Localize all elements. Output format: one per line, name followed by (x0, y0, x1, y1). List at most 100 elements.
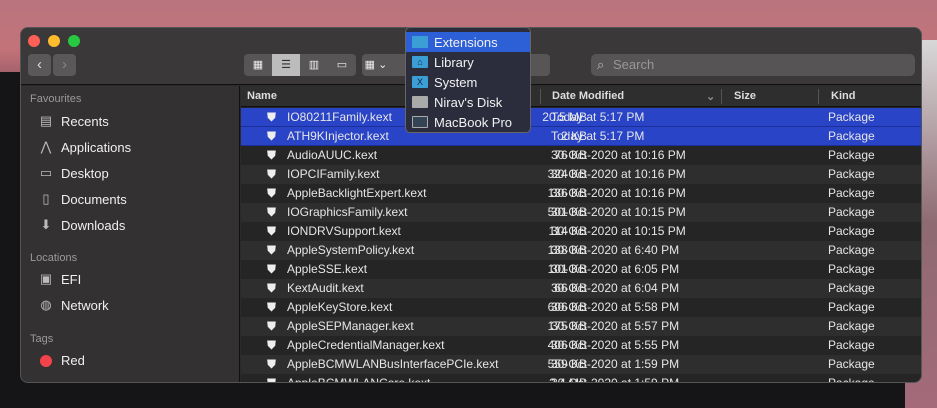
downloads-icon: ⬇ (40, 217, 52, 232)
file-size: 101 KB (547, 262, 587, 276)
search-input[interactable]: ⌕ Search (591, 54, 915, 76)
favourites-heading: Favourites (30, 93, 82, 105)
file-name: AppleSystemPolicy.kext (287, 243, 415, 257)
table-row[interactable]: ⛊ AudioAUUC.kext 30-Oct-2020 at 10:16 PM… (241, 146, 921, 165)
red-tag-icon (40, 354, 52, 367)
table-row[interactable]: ⛊ AppleSystemPolicy.kext 30-Oct-2020 at … (241, 241, 921, 260)
kext-icon: ⛊ (267, 262, 277, 276)
column-name[interactable]: Name (247, 90, 277, 102)
network-icon: ◍ (40, 297, 52, 312)
back-button[interactable]: ‹ (28, 54, 51, 76)
file-size: 136 KB (547, 186, 587, 200)
kext-icon: ⛊ (267, 167, 277, 181)
file-kind: Package (828, 319, 875, 333)
table-row[interactable]: ⛊ AppleCredentialManager.kext 30-Oct-202… (241, 336, 921, 355)
menu-item-system[interactable]: X System (406, 72, 530, 92)
column-header: Name Date Modified ⌄ Size Kind (241, 86, 921, 107)
table-row[interactable]: ⛊ ATH9KInjector.kext Today at 5:17 PM 2 … (241, 127, 921, 146)
sidebar-item-tag-red[interactable]: Red (37, 353, 85, 368)
file-size: 2.4 MB (548, 376, 587, 383)
sidebar-item-network[interactable]: ◍ Network (37, 297, 108, 313)
file-name: IONDRVSupport.kext (287, 224, 401, 238)
file-name: AppleBacklightExpert.kext (287, 186, 427, 200)
sidebar-item-documents[interactable]: ▯ Documents (37, 191, 126, 207)
file-size: 606 KB (547, 300, 587, 314)
file-name: AppleSEPManager.kext (287, 319, 414, 333)
sidebar-item-efi[interactable]: ▣ EFI (37, 271, 81, 287)
file-kind: Package (828, 357, 875, 371)
recents-icon: ▤ (39, 113, 53, 128)
sidebar-item-desktop[interactable]: ▭ Desktop (37, 165, 109, 181)
file-kind: Package (828, 186, 875, 200)
file-size: 76 KB (554, 148, 587, 162)
gallery-view-button[interactable]: ▭ (328, 54, 356, 76)
file-size: 559 KB (547, 357, 587, 371)
file-name: IOGraphicsFamily.kext (287, 205, 408, 219)
table-row[interactable]: ⛊ IOGraphicsFamily.kext 30-Oct-2020 at 1… (241, 203, 921, 222)
file-kind: Package (828, 148, 875, 162)
file-name: AppleSSE.kext (287, 262, 368, 276)
file-name: KextAudit.kext (287, 281, 364, 295)
menu-item-library[interactable]: ⌂ Library (406, 52, 530, 72)
file-kind: Package (828, 262, 875, 276)
list-view-button[interactable]: ☰ (272, 54, 300, 76)
search-placeholder: Search (613, 57, 655, 72)
file-name: AppleCredentialManager.kext (287, 338, 445, 352)
kext-icon: ⛊ (267, 224, 277, 238)
table-row[interactable]: ⛊ KextAudit.kext 30-Oct-2020 at 6:04 PM … (241, 279, 921, 298)
path-popup-menu: Extensions ⌂ Library X System Nirav's Disk… (405, 27, 531, 133)
file-kind: Package (828, 205, 875, 219)
disk-icon: ▣ (39, 271, 53, 286)
table-row[interactable]: ⛊ AppleSSE.kext 30-Oct-2020 at 6:05 PM 1… (241, 260, 921, 279)
column-date-modified[interactable]: Date Modified (552, 90, 624, 102)
laptop-icon (412, 116, 428, 128)
file-size: 138 KB (547, 243, 587, 257)
menu-item-extensions[interactable]: Extensions (406, 32, 530, 52)
file-kind: Package (828, 167, 875, 181)
folder-icon (412, 36, 428, 48)
file-name: AppleBCMWLANBusInterfacePCIe.kext (287, 357, 499, 371)
search-icon: ⌕ (597, 57, 605, 72)
column-size[interactable]: Size (734, 90, 756, 102)
menu-item-macbook-pro[interactable]: MacBook Pro (406, 112, 530, 132)
sidebar-item-recents[interactable]: ▤ Recents (37, 113, 109, 129)
locations-heading: Locations (30, 252, 78, 264)
kext-icon: ⛊ (267, 243, 277, 257)
disk-icon (412, 96, 428, 108)
view-switcher: ▦ ☰ ▥ ▭ (244, 54, 356, 76)
column-view-button[interactable]: ▥ (300, 54, 328, 76)
table-row[interactable]: ⛊ IOPCIFamily.kext 30-Oct-2020 at 10:16 … (241, 165, 921, 184)
file-kind: Package (828, 243, 875, 257)
file-size: 114 KB (548, 224, 587, 238)
file-name: IOPCIFamily.kext (287, 167, 380, 181)
sort-chevron-icon: ⌄ (706, 91, 716, 103)
table-row[interactable]: ⛊ IONDRVSupport.kext 30-Oct-2020 at 10:1… (241, 222, 921, 241)
system-folder-icon: X (412, 76, 428, 88)
minimize-button[interactable] (48, 35, 60, 47)
file-size: 175 KB (547, 319, 587, 333)
applications-icon: ⋀ (40, 139, 52, 154)
file-name: ATH9KInjector.kext (287, 129, 389, 143)
kext-icon: ⛊ (267, 281, 277, 295)
sidebar-item-downloads[interactable]: ⬇ Downloads (37, 217, 126, 233)
table-row[interactable]: ⛊ AppleKeyStore.kext 30-Oct-2020 at 5:58… (241, 298, 921, 317)
icon-view-button[interactable]: ▦ (244, 54, 272, 76)
file-size: 20.5 MB (542, 110, 587, 124)
file-list: Name Date Modified ⌄ Size Kind ⛊ IO80211… (241, 86, 921, 382)
sidebar-item-applications[interactable]: ⋀ Applications (37, 139, 131, 155)
file-kind: Package (828, 281, 875, 295)
table-row[interactable]: ⛊ AppleBCMWLANBusInterfacePCIe.kext 30-O… (241, 355, 921, 374)
file-kind: Package (828, 224, 875, 238)
table-row[interactable]: ⛊ AppleBacklightExpert.kext 30-Oct-2020 … (241, 184, 921, 203)
file-kind: Package (828, 129, 875, 143)
table-row[interactable]: ⛊ AppleBCMWLANCore.kext 30-Oct-2020 at 1… (241, 374, 921, 383)
column-kind[interactable]: Kind (831, 90, 855, 102)
desktop-icon: ▭ (39, 165, 53, 180)
file-name: AppleBCMWLANCore.kext (287, 376, 431, 383)
close-button[interactable] (28, 35, 40, 47)
forward-button[interactable]: › (53, 54, 76, 76)
table-row[interactable]: ⛊ AppleSEPManager.kext 30-Oct-2020 at 5:… (241, 317, 921, 336)
zoom-button[interactable] (68, 35, 80, 47)
table-row[interactable]: ⛊ IO80211Family.kext Today at 5:17 PM 20… (241, 108, 921, 127)
menu-item-niravs-disk[interactable]: Nirav's Disk (406, 92, 530, 112)
